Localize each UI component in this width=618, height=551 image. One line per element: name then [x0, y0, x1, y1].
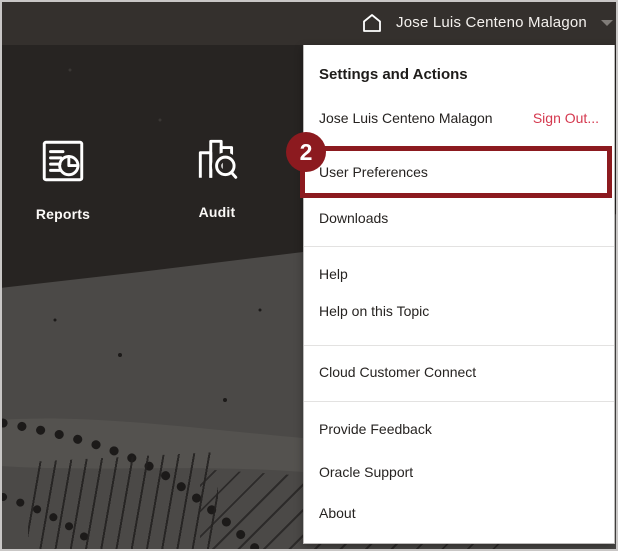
tile-label: Reports — [35, 206, 91, 222]
menu-divider — [304, 401, 614, 402]
tile-reports[interactable]: Reports — [28, 136, 98, 222]
home-button[interactable] — [360, 11, 384, 35]
audit-icon — [182, 134, 252, 184]
menu-divider — [304, 246, 614, 247]
menu-item-about[interactable]: About — [319, 504, 604, 522]
reports-icon — [28, 136, 98, 186]
topbar-user-name: Jose Luis Centeno Malagon — [396, 14, 587, 31]
menu-item-downloads[interactable]: Downloads — [319, 209, 604, 227]
tile-label: Audit — [198, 204, 236, 220]
menu-item-help[interactable]: Help — [319, 265, 604, 283]
top-bar: Jose Luis Centeno Malagon — [0, 0, 618, 45]
sign-out-link[interactable]: Sign Out... — [533, 109, 599, 127]
chevron-down-icon — [600, 19, 613, 26]
home-icon — [360, 14, 384, 39]
settings-and-actions-menu: Settings and Actions Jose Luis Centeno M… — [303, 45, 615, 544]
menu-item-provide-feedback[interactable]: Provide Feedback — [319, 420, 604, 438]
menu-item-help-on-this-topic[interactable]: Help on this Topic — [319, 302, 604, 320]
tile-audit[interactable]: Audit — [182, 134, 252, 220]
user-menu-trigger[interactable]: Jose Luis Centeno Malagon — [396, 0, 618, 45]
menu-item-cloud-customer-connect[interactable]: Cloud Customer Connect — [319, 363, 604, 381]
menu-header: Settings and Actions — [319, 66, 468, 83]
menu-item-oracle-support[interactable]: Oracle Support — [319, 463, 604, 481]
menu-user-name: Jose Luis Centeno Malagon — [319, 110, 493, 126]
menu-item-user-preferences[interactable]: User Preferences — [319, 163, 604, 181]
menu-divider — [304, 345, 614, 346]
